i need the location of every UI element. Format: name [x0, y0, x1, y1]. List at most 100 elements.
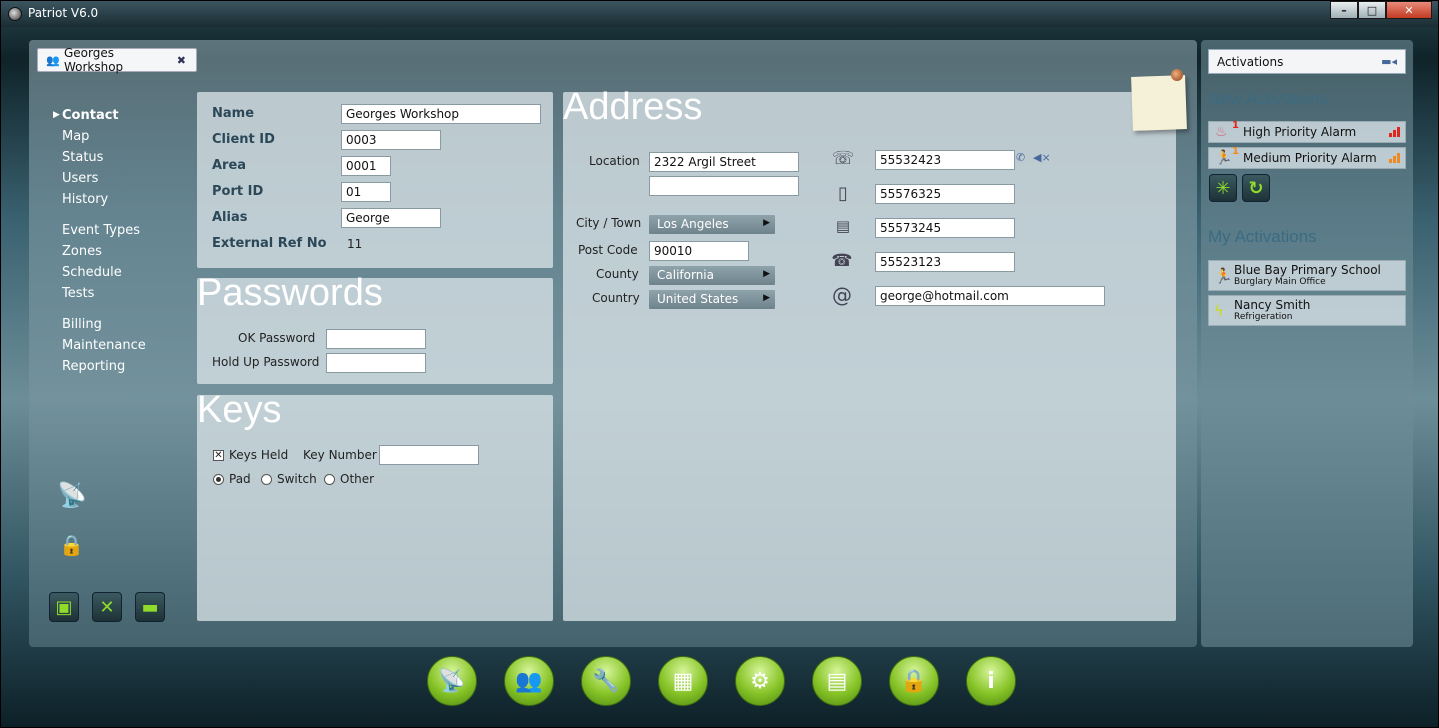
intruder-icon: 🏃	[1214, 267, 1233, 285]
area-input[interactable]: 0001	[341, 156, 391, 176]
location-line2-input[interactable]	[649, 176, 799, 196]
dock-users-button[interactable]: 👥	[504, 656, 554, 706]
port-id-label: Port ID	[212, 184, 264, 199]
county-label: County	[596, 267, 639, 281]
window-title: Patriot V6.0	[28, 6, 99, 20]
pin-panel-icon[interactable]: ▬◂	[1381, 55, 1397, 68]
phone-icon: ☏	[831, 148, 855, 169]
remove-button[interactable]: ▬	[135, 592, 165, 622]
nav-item-status[interactable]: Status	[62, 147, 146, 168]
gear-icon: ⚙	[750, 668, 770, 694]
lock-icon[interactable]: 🔒	[59, 533, 84, 557]
info-icon: i	[987, 668, 995, 694]
email-icon: @	[832, 283, 852, 307]
call-icon[interactable]: ✆	[1016, 151, 1025, 164]
tab-label: Georges Workshop	[63, 46, 124, 74]
name-input[interactable]: Georges Workshop	[341, 104, 541, 124]
key-number-input[interactable]	[379, 445, 479, 465]
priority-bars-icon	[1389, 127, 1400, 137]
floppy-icon: ▣	[55, 596, 73, 618]
name-label: Name	[212, 106, 255, 121]
city-select[interactable]: Los Angeles ▶	[649, 215, 775, 234]
alias-label: Alias	[212, 210, 248, 225]
email-input[interactable]: george@hotmail.com	[875, 286, 1105, 306]
mobile-input[interactable]: 55576325	[875, 184, 1015, 204]
nav-item-users[interactable]: Users	[62, 168, 146, 189]
passwords-title: Passwords	[197, 272, 383, 314]
key-number-label: Key Number	[303, 448, 377, 462]
other-label: Other	[340, 472, 375, 486]
nav-item-reporting[interactable]: Reporting	[62, 356, 146, 377]
burst-button[interactable]: ✳	[1209, 174, 1237, 202]
nav-item-schedule[interactable]: Schedule	[62, 262, 146, 283]
close-tab-icon[interactable]: ✖	[177, 54, 186, 67]
client-id-label: Client ID	[212, 132, 275, 147]
intruder-icon: 🏃	[1215, 150, 1233, 166]
holdup-password-input[interactable]	[326, 353, 426, 373]
ok-password-input[interactable]	[326, 329, 426, 349]
other-radio[interactable]	[324, 474, 335, 485]
close-window-button[interactable]: ✕	[1386, 1, 1432, 19]
app-logo-icon	[8, 7, 22, 21]
nav-item-contact[interactable]: ▶ Contact	[53, 105, 146, 126]
phone-input[interactable]: 55532423	[875, 150, 1015, 170]
minimize-button[interactable]: –	[1330, 1, 1358, 19]
signal-icon: 📡	[438, 668, 466, 694]
dock-info-button[interactable]: i	[966, 656, 1016, 706]
nav-item-map[interactable]: Map	[62, 126, 146, 147]
nav-item-zones[interactable]: Zones	[62, 241, 146, 262]
nav-item-event-types[interactable]: Event Types	[62, 220, 146, 241]
dropdown-arrow-icon: ▶	[763, 293, 770, 303]
pad-radio[interactable]	[213, 474, 224, 485]
lock-icon: 🔒	[900, 668, 928, 694]
mute-icon[interactable]: ◀×	[1033, 151, 1051, 164]
nav-item-billing[interactable]: Billing	[62, 314, 146, 335]
nav-item-maintenance[interactable]: Maintenance	[62, 335, 146, 356]
side-navigation: ▶ Contact Map Status Users History Event …	[53, 105, 146, 377]
sticky-note[interactable]	[1131, 75, 1187, 131]
fire-icon: ♨	[1215, 124, 1228, 140]
dock-settings-button[interactable]: ⚙	[735, 656, 785, 706]
dropdown-arrow-icon: ▶	[763, 218, 770, 228]
calculator-icon: ▦	[672, 668, 694, 694]
fax-input[interactable]: 55573245	[875, 218, 1015, 238]
maximize-button[interactable]: □	[1358, 1, 1386, 19]
switch-radio[interactable]	[261, 474, 272, 485]
burst-icon: ✳	[1215, 177, 1231, 199]
pin-icon	[1171, 69, 1183, 81]
signal-tower-icon[interactable]: 📡	[57, 481, 87, 509]
high-priority-alarm-item[interactable]: ♨ 1 High Priority Alarm	[1208, 120, 1406, 143]
dock-documents-button[interactable]: ▤	[812, 656, 862, 706]
post-code-input[interactable]: 90010	[649, 241, 749, 261]
title-bar: Patriot V6.0 – □ ✕	[1, 1, 1438, 27]
wrench-icon: 🔧	[592, 668, 620, 694]
alias-input[interactable]: George	[341, 208, 441, 228]
dropdown-arrow-icon: ▶	[763, 269, 770, 279]
dock-tools-button[interactable]: 🔧	[581, 656, 631, 706]
city-label: City / Town	[576, 216, 642, 230]
keys-held-checkbox[interactable]: ✕	[213, 450, 224, 461]
external-ref-label: External Ref No	[212, 236, 327, 251]
client-id-input[interactable]: 0003	[341, 130, 441, 150]
medium-priority-alarm-item[interactable]: 🏃 1 Medium Priority Alarm	[1208, 146, 1406, 169]
dock-lock-button[interactable]: 🔒	[889, 656, 939, 706]
save-button[interactable]: ▣	[49, 592, 79, 622]
nav-item-tests[interactable]: Tests	[62, 283, 146, 304]
country-select[interactable]: United States ▶	[649, 290, 775, 309]
nav-item-history[interactable]: History	[62, 189, 146, 210]
my-activation-item[interactable]: ϟ Nancy Smith Refrigeration	[1208, 295, 1406, 326]
refresh-button[interactable]: ↻	[1242, 174, 1270, 202]
office-phone-input[interactable]: 55523123	[875, 252, 1015, 272]
new-activations-title: New Activations	[1208, 89, 1328, 108]
port-id-input[interactable]: 01	[341, 182, 391, 202]
county-select[interactable]: California ▶	[649, 266, 775, 285]
dock-calculator-button[interactable]: ▦	[658, 656, 708, 706]
location-line1-input[interactable]: 2322 Argil Street	[649, 152, 799, 172]
my-activation-item[interactable]: 🏃 Blue Bay Primary School Burglary Main …	[1208, 260, 1406, 291]
switch-label: Switch	[277, 472, 317, 486]
cancel-button[interactable]: ✕	[92, 592, 122, 622]
my-activations-title: My Activations	[1208, 227, 1317, 246]
x-icon: ✕	[99, 596, 115, 618]
dock-signal-button[interactable]: 📡	[427, 656, 477, 706]
tab-georges-workshop[interactable]: 👥 Georges Workshop ✖	[37, 46, 197, 74]
